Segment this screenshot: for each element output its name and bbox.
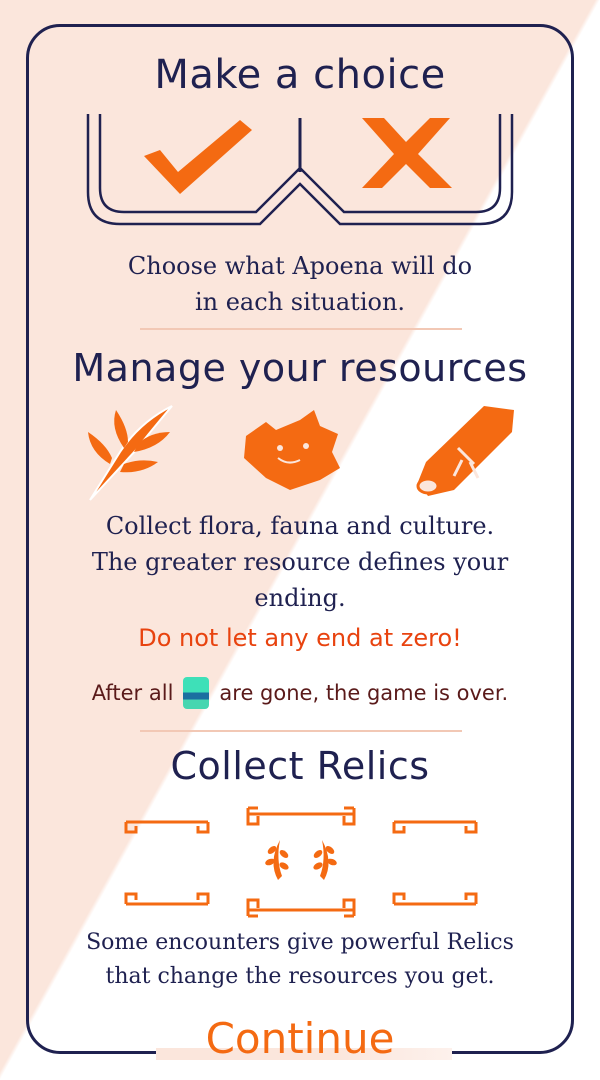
card-deck-icon [183, 677, 210, 709]
culture-icon [416, 406, 514, 496]
resources-description-line: Collect flora, fauna and culture. [105, 512, 495, 540]
game-over-note: After all are gone, the game is over. [0, 676, 600, 710]
choice-title: Make a choice [154, 52, 446, 98]
section-divider [140, 730, 462, 732]
continue-button[interactable]: Continue [0, 1014, 600, 1063]
laurel-icon [265, 840, 337, 880]
relics-description-line: that change the resources you get. [105, 964, 495, 989]
resources-title: Manage your resources [72, 346, 528, 390]
resources-description-line: The greater resource defines your [91, 548, 509, 576]
choice-description: Choose what Apoena will do in each situa… [60, 248, 540, 320]
game-over-suffix: are gone, the game is over. [219, 681, 509, 705]
resources-description-line: ending. [254, 584, 346, 612]
fauna-icon [244, 410, 340, 490]
cross-icon[interactable] [358, 116, 454, 190]
resource-warning: Do not let any end at zero! [138, 624, 462, 652]
choice-description-line: Choose what Apoena will do [127, 252, 473, 280]
game-over-prefix: After all [91, 681, 174, 705]
relics-description: Some encounters give powerful Relics tha… [60, 926, 540, 994]
choice-description-line: in each situation. [194, 288, 406, 316]
relics-title: Collect Relics [170, 744, 430, 788]
flora-icon [88, 405, 173, 501]
relics-description-line: Some encounters give powerful Relics [86, 930, 514, 955]
section-divider [140, 328, 462, 330]
resources-description: Collect flora, fauna and culture. The gr… [50, 508, 550, 616]
check-icon[interactable] [140, 116, 256, 196]
